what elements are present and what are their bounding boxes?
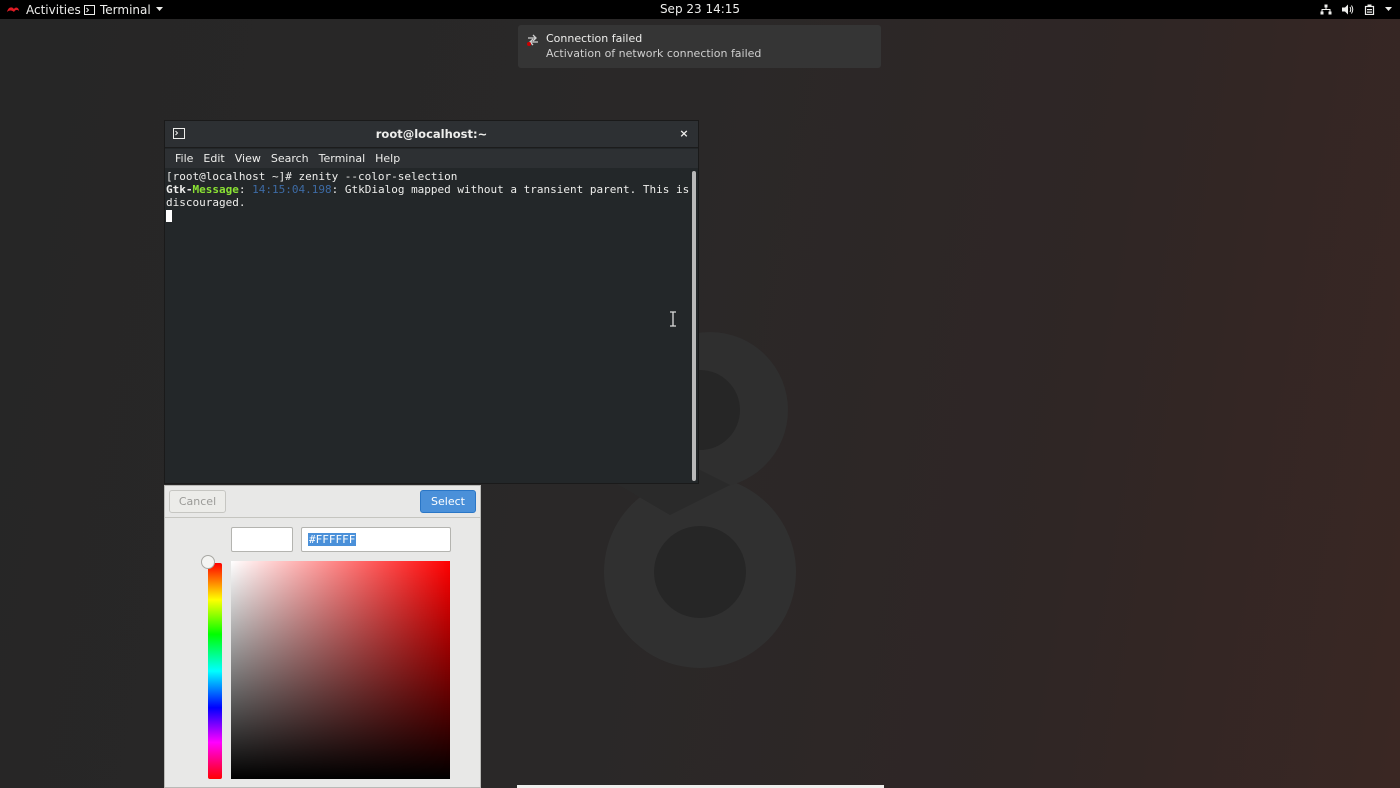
message-timestamp: 14:15:04.198 — [252, 183, 332, 196]
volume-icon — [1342, 4, 1354, 15]
colon: : — [238, 183, 253, 196]
notification-banner[interactable]: Connection failed Activation of network … — [518, 25, 881, 68]
color-selection-dialog[interactable]: Cancel Select #FFFFFF — [164, 485, 481, 788]
activities-button[interactable]: Activities — [6, 0, 81, 19]
network-icon — [1320, 4, 1332, 15]
chevron-down-icon — [155, 7, 163, 11]
current-color-swatch[interactable] — [231, 527, 293, 552]
notification-body: Activation of network connection failed — [546, 47, 762, 60]
gtk-prefix: Gtk- — [166, 183, 193, 196]
terminal-icon — [173, 128, 185, 139]
terminal-titlebar[interactable]: root@localhost:~ × — [165, 121, 698, 148]
terminal-menubar: File Edit View Search Terminal Help — [165, 149, 698, 168]
menu-file[interactable]: File — [170, 152, 198, 165]
menu-search[interactable]: Search — [266, 152, 314, 165]
clock[interactable]: Sep 23 14:15 — [660, 2, 740, 16]
text-cursor — [166, 210, 172, 222]
close-icon[interactable]: × — [676, 126, 692, 142]
gtk-message-label: Message — [192, 183, 239, 196]
menu-edit[interactable]: Edit — [198, 152, 229, 165]
hex-color-input[interactable]: #FFFFFF — [301, 527, 451, 552]
top-bar: Activities Terminal Sep 23 14:15 — [0, 0, 1400, 19]
terminal-scrollbar[interactable] — [690, 169, 698, 483]
chevron-down-icon — [1385, 7, 1392, 11]
network-error-icon — [527, 34, 538, 46]
terminal-icon — [84, 4, 95, 15]
terminal-window[interactable]: root@localhost:~ × File Edit View Search… — [164, 120, 699, 484]
notification-title: Connection failed — [546, 32, 643, 45]
activities-label: Activities — [26, 2, 81, 17]
fedora-logo-icon — [7, 6, 19, 12]
hue-slider[interactable] — [208, 563, 222, 779]
terminal-output[interactable]: [root@localhost ~]# zenity --color-selec… — [165, 169, 692, 483]
scrollbar-thumb[interactable] — [692, 171, 696, 481]
prompt-line: [root@localhost ~]# zenity --color-selec… — [166, 170, 458, 183]
select-button[interactable]: Select — [420, 490, 476, 513]
app-menu-label: Terminal — [100, 2, 151, 17]
menu-terminal[interactable]: Terminal — [314, 152, 371, 165]
power-icon — [1364, 4, 1375, 15]
hue-slider-handle[interactable] — [201, 555, 215, 569]
cancel-button[interactable]: Cancel — [169, 490, 226, 513]
terminal-title: root@localhost:~ — [375, 127, 488, 141]
menu-help[interactable]: Help — [370, 152, 405, 165]
app-menu[interactable]: Terminal — [84, 0, 163, 19]
saturation-value-plane[interactable] — [231, 561, 450, 779]
dialog-header: Cancel Select — [165, 486, 480, 518]
menu-view[interactable]: View — [230, 152, 266, 165]
hex-value: #FFFFFF — [308, 533, 357, 546]
ibeam-cursor-icon — [669, 311, 677, 327]
system-menu[interactable] — [1320, 0, 1392, 19]
